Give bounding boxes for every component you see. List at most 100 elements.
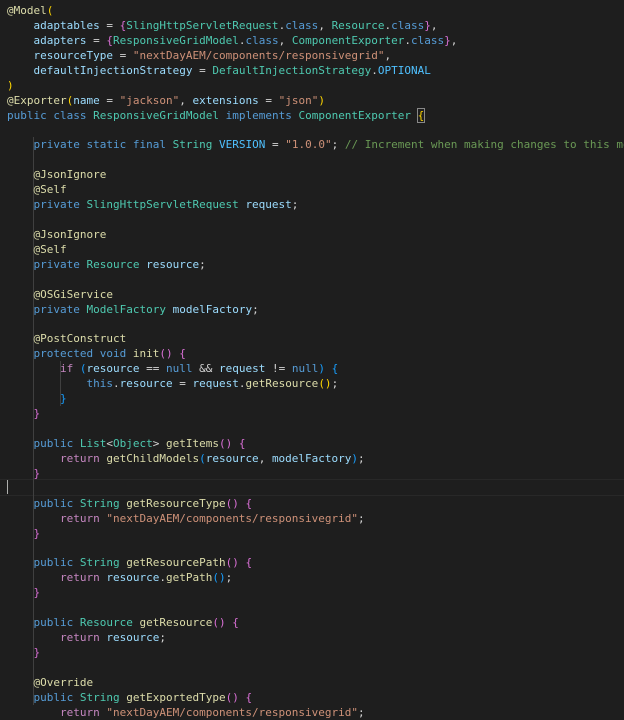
code-token: class [391, 18, 425, 32]
code-token: () [318, 377, 332, 391]
code-token: if [59, 362, 74, 376]
code-token: () [212, 616, 226, 630]
code-token: > [152, 436, 166, 450]
code-token: } [59, 392, 67, 406]
code-token: class [411, 33, 445, 47]
code-line[interactable]: return resource; [7, 630, 166, 645]
code-token: @ [7, 93, 14, 107]
code-line[interactable]: @OSGiService [7, 287, 113, 302]
code-token: init [132, 347, 160, 361]
code-line[interactable]: adaptables = {SlingHttpServletRequest.cl… [7, 18, 438, 33]
code-token: // Increment when making changes to this… [344, 138, 624, 152]
code-line[interactable]: } [7, 406, 41, 421]
code-token: Resource [86, 257, 140, 271]
code-token: public [33, 556, 74, 570]
code-token: private [33, 302, 80, 316]
code-line[interactable]: private ModelFactory modelFactory; [7, 302, 259, 317]
code-token: resource [86, 362, 140, 376]
code-line[interactable]: protected void init() { [7, 346, 186, 361]
code-token: < [106, 436, 113, 450]
code-token: ModelFactory [86, 302, 166, 316]
code-token: , [450, 33, 458, 47]
code-line[interactable]: ) [7, 78, 14, 93]
code-line[interactable]: @Exporter(name = "jackson", extensions =… [7, 93, 325, 108]
code-token: "json" [278, 93, 319, 107]
code-line[interactable]: public String getExportedType() { [7, 690, 253, 705]
code-token: OPTIONAL [377, 63, 431, 77]
code-line[interactable]: @PostConstruct [7, 331, 127, 346]
code-line[interactable]: public class ResponsiveGridModel impleme… [7, 107, 426, 123]
code-token: () [218, 436, 233, 450]
code-editor[interactable]: @Model( adaptables = {SlingHttpServletRe… [0, 0, 624, 720]
code-line[interactable]: public String getResourcePath() { [7, 555, 253, 570]
code-token: List [79, 436, 107, 450]
code-line[interactable]: return resource.getPath(); [7, 570, 232, 585]
code-token: Override [40, 675, 94, 689]
code-token: , [278, 33, 292, 47]
code-token: ResponsiveGridModel [112, 33, 239, 47]
code-token: return [59, 571, 100, 585]
code-line[interactable]: resourceType = "nextDayAEM/components/re… [7, 48, 392, 63]
code-token: . [371, 63, 378, 77]
code-token: = [86, 33, 107, 47]
code-line[interactable]: } [7, 645, 41, 660]
code-token: extensions [192, 93, 259, 107]
code-line[interactable]: if (resource == null && request != null)… [7, 361, 338, 376]
code-line[interactable]: this.resource = request.getResource(); [7, 376, 338, 391]
code-line[interactable]: adapters = {ResponsiveGridModel.class, C… [7, 33, 458, 48]
code-line[interactable]: @Model( [7, 3, 53, 18]
code-token: Self [40, 242, 67, 256]
code-token: { [245, 496, 253, 510]
code-token: ( [199, 451, 206, 465]
code-line[interactable]: public Resource getResource() { [7, 615, 239, 630]
code-token: return [59, 451, 100, 465]
code-line[interactable]: return getChildModels(resource, modelFac… [7, 451, 365, 466]
code-token: { [106, 33, 113, 47]
code-line[interactable]: } [7, 526, 41, 541]
code-token: , [258, 451, 272, 465]
code-token: = [172, 377, 193, 391]
code-line[interactable]: @Override [7, 675, 94, 690]
code-token: () [225, 496, 239, 510]
code-line[interactable]: defaultInjectionStrategy = DefaultInject… [7, 63, 431, 78]
code-line[interactable]: return "nextDayAEM/components/responsive… [7, 705, 365, 720]
code-line[interactable]: public String getResourceType() { [7, 496, 253, 511]
code-line[interactable]: private Resource resource; [7, 257, 206, 272]
code-line[interactable]: @JsonIgnore [7, 227, 107, 242]
code-token: && [192, 362, 219, 376]
code-line[interactable]: } [7, 391, 67, 406]
code-line[interactable]: } [7, 466, 41, 481]
code-line[interactable]: private SlingHttpServletRequest request; [7, 197, 299, 212]
code-line[interactable]: private static final String VERSION = "1… [7, 137, 624, 152]
code-token: } [424, 18, 431, 32]
code-token: = [99, 93, 120, 107]
code-token: public [33, 496, 74, 510]
code-line[interactable]: } [7, 585, 41, 600]
code-line[interactable]: @Self [7, 242, 67, 257]
code-token: != [265, 362, 292, 376]
code-token: { [179, 347, 186, 361]
code-line[interactable]: @Self [7, 182, 67, 197]
code-token: resource [146, 257, 200, 271]
code-token: } [33, 645, 41, 659]
code-line[interactable]: return "nextDayAEM/components/responsive… [7, 511, 365, 526]
code-token: getResourceType [126, 496, 226, 510]
code-line[interactable]: public List<Object> getItems() { [7, 436, 246, 451]
code-line[interactable]: @JsonIgnore [7, 167, 107, 182]
text-cursor [7, 480, 8, 494]
